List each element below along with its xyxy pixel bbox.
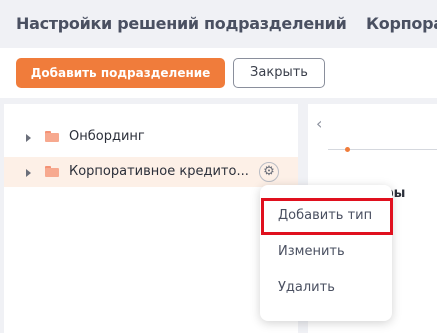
tree-item-onboarding[interactable]: Онбординг xyxy=(4,122,298,152)
department-tree-panel: Онбординг Корпоративное кредито... ⚙ xyxy=(4,104,298,333)
add-department-button[interactable]: Добавить подразделение xyxy=(16,58,225,88)
folder-icon xyxy=(45,131,59,142)
folder-icon xyxy=(45,166,59,177)
page-header: Настройки решений подразделений Корпора xyxy=(0,0,437,48)
expand-caret-icon[interactable] xyxy=(26,169,31,177)
gear-icon[interactable]: ⚙ xyxy=(259,162,279,182)
tree-item-corporate-credit[interactable]: Корпоративное кредито... ⚙ xyxy=(4,157,298,187)
tree-item-label: Онбординг xyxy=(69,129,145,144)
progress-dot xyxy=(345,147,350,152)
chevron-left-icon[interactable]: ‹ xyxy=(316,114,322,133)
menu-item-edit[interactable]: Изменить xyxy=(278,244,345,259)
close-button[interactable]: Закрыть xyxy=(233,58,325,88)
highlight-box xyxy=(261,198,393,235)
page-title-secondary: Корпора xyxy=(366,14,437,33)
expand-caret-icon[interactable] xyxy=(26,134,31,142)
tree-item-label: Корпоративное кредито... xyxy=(69,164,249,179)
toolbar: Добавить подразделение Закрыть xyxy=(0,48,437,98)
page-title: Настройки решений подразделений xyxy=(16,14,347,33)
menu-item-delete[interactable]: Удалить xyxy=(278,280,335,295)
